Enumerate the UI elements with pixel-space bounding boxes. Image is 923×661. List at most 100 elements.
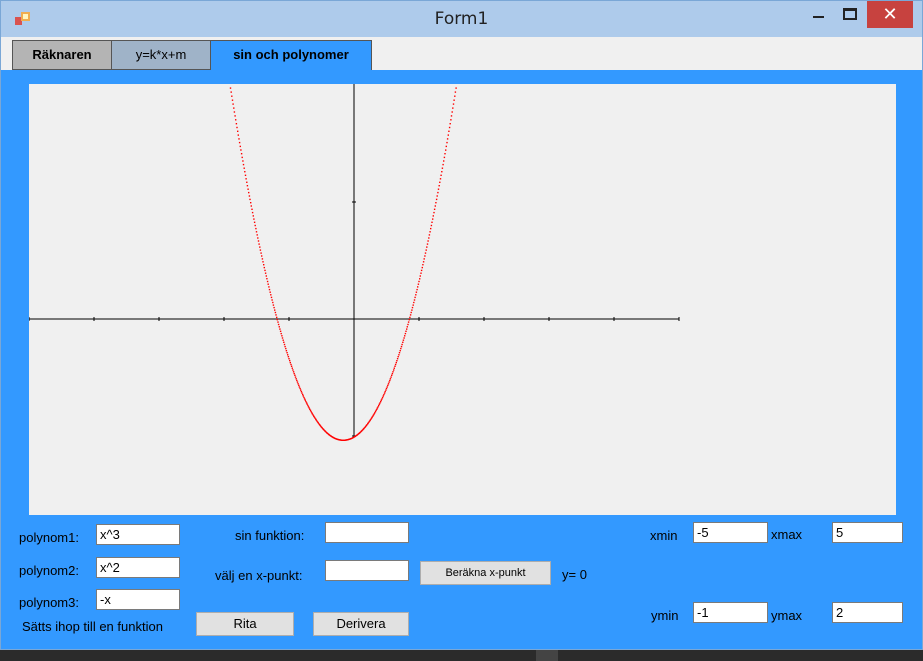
curve-point: [402, 339, 405, 341]
maximize-button[interactable]: [837, 1, 863, 27]
curve-point: [382, 395, 384, 397]
curve-point: [450, 115, 453, 117]
polynom1-label: polynom1:: [19, 530, 79, 545]
curve-point: [294, 374, 296, 376]
xpoint-input[interactable]: [325, 560, 409, 581]
curve-point: [408, 319, 410, 321]
curve-point: [435, 202, 437, 204]
polynom1-input[interactable]: x^3: [96, 524, 180, 545]
curve-point: [389, 379, 391, 382]
polynom3-label: polynom3:: [19, 595, 79, 610]
curve-point: [283, 343, 286, 346]
curve-point: [246, 181, 248, 183]
curve-point: [431, 221, 433, 223]
curve-point: [424, 252, 427, 254]
close-icon: ✕: [882, 4, 898, 25]
curve-point: [448, 130, 450, 132]
curve-point: [443, 156, 446, 159]
curve-point: [310, 410, 312, 413]
curve-point: [264, 272, 267, 274]
curve-point: [417, 286, 419, 288]
curve-point: [433, 208, 436, 210]
curve-point: [236, 126, 238, 129]
curve-point: [259, 246, 261, 248]
xmax-input[interactable]: 5: [832, 522, 903, 543]
curve-point: [455, 87, 457, 89]
tab-sin-polynomer[interactable]: sin och polynomer: [210, 40, 372, 70]
curve-point: [403, 337, 405, 339]
curve-point: [422, 264, 424, 266]
compute-x-button[interactable]: Beräkna x-punkt: [420, 561, 551, 585]
curve-point: [451, 111, 453, 113]
curve-point: [427, 240, 429, 242]
curve-point: [240, 153, 243, 155]
curve-point: [274, 309, 276, 311]
close-button[interactable]: ✕: [867, 1, 913, 28]
curve-point: [387, 384, 389, 387]
curve-point: [398, 354, 400, 356]
curve-point: [420, 269, 423, 272]
curve-point: [290, 363, 292, 366]
ymin-input[interactable]: -1: [693, 602, 768, 623]
curve-point: [401, 343, 403, 346]
curve-point: [378, 403, 381, 405]
polynom3-input[interactable]: -x: [96, 589, 180, 610]
curve-point: [430, 227, 432, 230]
curve-point: [283, 341, 285, 343]
curve-point: [242, 163, 245, 166]
curve-point: [397, 356, 399, 358]
curve-point: [384, 390, 386, 393]
curve-point: [248, 191, 250, 194]
curve-point: [400, 345, 403, 348]
curve-point: [414, 296, 416, 299]
curve-point: [419, 275, 421, 277]
rita-button[interactable]: Rita: [196, 612, 294, 636]
curve-point: [391, 374, 393, 376]
curve-point: [437, 188, 440, 190]
title-bar[interactable]: Form1 ✕: [1, 1, 922, 37]
curve-point: [302, 393, 304, 396]
curve-point: [280, 332, 282, 335]
main-window: Form1 ✕ Räknaren y=k*x+m sin och polynom…: [0, 0, 923, 650]
curve-point: [281, 335, 283, 337]
curve-point: [266, 280, 269, 283]
minimize-button[interactable]: [805, 1, 831, 27]
curve-point: [246, 185, 249, 187]
polynom2-input[interactable]: x^2: [96, 557, 180, 578]
xpoint-label: välj en x-punkt:: [215, 568, 303, 583]
derivera-button[interactable]: Derivera: [313, 612, 409, 636]
tab-raknaren[interactable]: Räknaren: [12, 40, 112, 70]
sin-input[interactable]: [325, 522, 409, 543]
curve-point: [288, 358, 290, 360]
curve-point: [232, 103, 234, 105]
curve-point: [410, 311, 412, 314]
curve-point: [270, 294, 272, 296]
curve-point: [289, 361, 291, 364]
curve-point: [287, 356, 290, 358]
curve-point: [276, 316, 278, 319]
curve-point: [415, 291, 418, 293]
ymax-input[interactable]: 2: [832, 602, 903, 623]
curve-point: [428, 234, 431, 236]
curve-point: [299, 387, 301, 390]
curve-point: [301, 392, 303, 394]
curve-point: [424, 255, 426, 257]
curve-point: [296, 381, 299, 383]
curve-point: [284, 345, 286, 348]
curve-point: [256, 234, 258, 236]
curve-point: [250, 202, 252, 204]
curve-point: [417, 283, 420, 285]
curve-point: [285, 350, 288, 352]
xmin-input[interactable]: -5: [693, 522, 768, 543]
curve-point: [444, 153, 446, 155]
tab-linear[interactable]: y=k*x+m: [111, 40, 211, 70]
curve-point: [380, 399, 382, 401]
curve-point: [281, 337, 284, 339]
minimize-icon: [813, 16, 824, 18]
curve-point: [387, 383, 390, 385]
curve-point: [423, 258, 425, 260]
curve-point: [305, 402, 308, 404]
xmax-label: xmax: [771, 527, 803, 542]
curve-point: [253, 218, 255, 220]
curve-point: [289, 359, 291, 362]
